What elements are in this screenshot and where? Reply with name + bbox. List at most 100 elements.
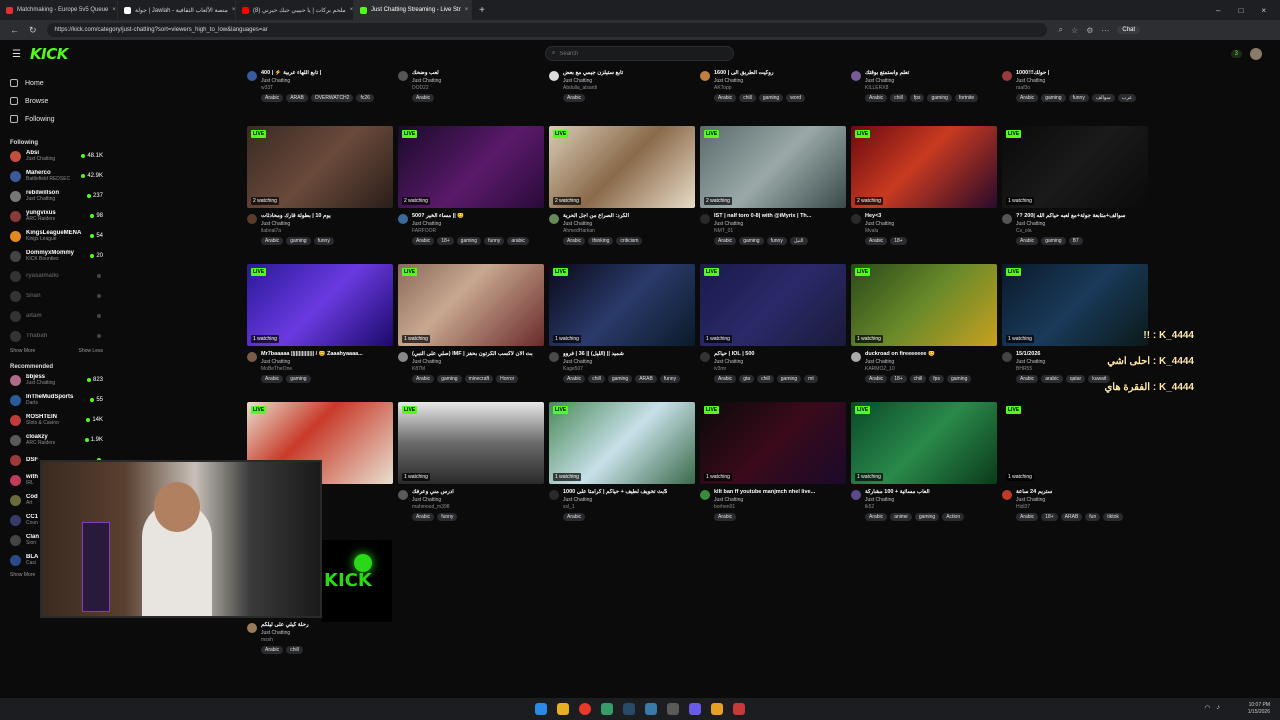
volume-icon[interactable]: ♪ (1217, 704, 1221, 712)
streamer-avatar[interactable] (549, 352, 559, 362)
kick-logo[interactable]: KICK (30, 45, 68, 63)
stream-tag[interactable]: gaming (776, 375, 802, 383)
stream-category[interactable]: Just Chatting (865, 497, 997, 503)
stream-tag[interactable]: Arabic (714, 94, 737, 102)
stream-card-partial[interactable]: 1600 | روكيت الطريق الى Just Chatting AKTo… (700, 70, 846, 102)
stream-card[interactable]: LIVE 1 watching Mr7baaaaa ||||||||||||||| … (247, 264, 393, 383)
stream-card[interactable]: LIVE 1 watching ستريم 24 ساعة Just Chatting… (1002, 402, 1148, 521)
stream-thumbnail[interactable]: LIVE 1 watching (398, 264, 544, 346)
stream-category[interactable]: Just Chatting (1016, 221, 1148, 227)
app-icon-orange[interactable] (711, 703, 723, 715)
stream-tag[interactable]: سوالف (1091, 94, 1115, 102)
stream-category[interactable]: Just Chatting (412, 497, 544, 503)
url-field[interactable]: https://kick.com/category/just-chatting?… (46, 23, 1047, 37)
stream-title[interactable]: رحلة كيلي على ليلكم (261, 622, 393, 628)
stream-tag[interactable]: tiktok (1103, 513, 1123, 521)
stream-title[interactable]: ?? 200| سوالف+متابعة جولة+مع لعبه حياكم … (1016, 213, 1148, 219)
stream-card[interactable]: LIVE 1 watching ?? 200| سوالف+متابعة جولة+… (1002, 126, 1148, 245)
app-icon-blue[interactable] (645, 703, 657, 715)
stream-thumbnail[interactable]: LIVE 1 watching (398, 402, 544, 484)
stream-tag[interactable]: gaming (437, 375, 462, 383)
app-icon-shield[interactable] (733, 703, 745, 715)
stream-title[interactable]: لعب وضحك (412, 70, 544, 76)
stream-tag[interactable]: Action (942, 513, 965, 521)
tab-close-icon[interactable]: × (350, 7, 353, 13)
sidebar-channel[interactable]: ROSHTEIN Slots & Casino 14K (0, 410, 113, 430)
stream-tag[interactable]: anime (890, 513, 912, 521)
stream-card[interactable]: LIVE 1 watching ادرس مني وعرفك Just Chattin… (398, 402, 544, 521)
sidebar-channel[interactable]: cloakzy ARC Raiders 1.9K (0, 430, 113, 450)
stream-title[interactable]: 1600 | روكيت الطريق الى (714, 70, 846, 76)
stream-tag[interactable]: fps (909, 94, 925, 102)
stream-tag[interactable]: fun (1085, 513, 1101, 521)
stream-category[interactable]: Just Chatting (412, 359, 544, 365)
stream-tag[interactable]: Arabic (714, 375, 737, 383)
stream-channel[interactable]: mssh (261, 637, 393, 643)
streamer-avatar[interactable] (247, 214, 257, 224)
stream-channel[interactable]: KILLERX8 (865, 85, 997, 91)
stream-tag[interactable]: Arabic (563, 375, 586, 383)
stream-title[interactable]: الكرد: الصراع من أجل الحرية (563, 213, 695, 219)
stream-card[interactable]: LIVE 1 watching duckroad on fireeeeeee 😊 Ju… (851, 264, 997, 383)
browser-tab[interactable]: Just Chatting Streaming - Live Str × (354, 0, 472, 20)
stream-thumbnail[interactable]: LIVE 1 watching (700, 264, 846, 346)
stream-channel[interactable]: NMT_01 (714, 228, 846, 234)
show-more-button[interactable]: Show More (10, 348, 35, 354)
app-icon-red[interactable] (579, 703, 591, 715)
streamer-avatar[interactable] (247, 352, 257, 362)
stream-tag[interactable]: Arabic (412, 237, 435, 245)
stream-channel[interactable]: ssl_1 (563, 504, 695, 510)
stream-title[interactable]: تعلم واستمتع بوقتك (865, 70, 997, 76)
sidebar-channel[interactable]: Absi Just Chatting 48.1K (0, 146, 113, 166)
stream-tag[interactable]: Arabic (714, 237, 737, 245)
notifications-badge[interactable]: 3 (1230, 50, 1242, 58)
browser-chat-button[interactable]: Chat (1117, 26, 1141, 34)
stream-thumbnail[interactable]: LIVE 2 watching (247, 126, 393, 208)
streamer-avatar[interactable] (851, 490, 861, 500)
stream-thumbnail[interactable]: LIVE 2 watching (700, 126, 846, 208)
stream-tag[interactable]: chill (757, 375, 774, 383)
stream-thumbnail[interactable]: LIVE 2 watching (398, 126, 544, 208)
tab-close-icon[interactable]: × (465, 7, 469, 13)
streamer-avatar[interactable] (398, 352, 408, 362)
stream-title[interactable]: بث تخويف لطيف + حياكم | كرامتا على 1000$ (563, 489, 695, 495)
stream-category[interactable]: Just Chatting (1016, 497, 1148, 503)
stream-tag[interactable]: gaming (946, 375, 972, 383)
sidebar-channel[interactable]: yungvixus ARC Raiders 98 (0, 206, 113, 226)
stream-channel[interactable]: iv3mr (714, 366, 846, 372)
stream-channel[interactable]: FARFOOR (412, 228, 544, 234)
streamer-avatar[interactable] (398, 214, 408, 224)
minimize-icon[interactable]: – (1216, 6, 1220, 15)
stream-tag[interactable]: funny (1068, 94, 1089, 102)
stream-tag[interactable]: Arabic (412, 94, 435, 102)
stream-channel[interactable]: raaf3o (1016, 85, 1148, 91)
streamer-avatar[interactable] (1002, 490, 1012, 500)
stream-tag[interactable]: gta (739, 375, 755, 383)
discord-icon[interactable] (689, 703, 701, 715)
stream-title[interactable]: تابع ستيلزن جيمي مع بعض (563, 70, 695, 76)
stream-channel[interactable]: Cs_ola (1016, 228, 1148, 234)
stream-tag[interactable]: mt (804, 375, 818, 383)
stream-tag[interactable]: gaming (286, 375, 311, 383)
stream-tag[interactable]: 18+ (437, 237, 454, 245)
start-icon[interactable] (535, 703, 547, 715)
stream-channel[interactable]: KARMOZ_10 (865, 366, 997, 372)
stream-thumbnail[interactable]: LIVE 1 watching (247, 264, 393, 346)
tab-close-icon[interactable]: × (112, 7, 116, 13)
stream-channel[interactable]: K87M (412, 366, 544, 372)
stream-channel[interactable]: Hidi37 (1016, 504, 1148, 510)
stream-card[interactable]: LIVE 2 watching يوم 10 | بطولة قارك ومحادث… (247, 126, 393, 245)
stream-category[interactable]: Just Chatting (412, 78, 544, 84)
stream-tag[interactable]: B7 (1068, 237, 1083, 245)
stream-thumbnail[interactable]: LIVE 1 watching (1002, 402, 1148, 484)
stream-tag[interactable]: chill (286, 646, 303, 654)
streamer-avatar[interactable] (851, 352, 861, 362)
stream-tag[interactable]: Arabic (1016, 94, 1039, 102)
stream-thumbnail[interactable]: LIVE 1 watching (549, 264, 695, 346)
stream-category[interactable]: Just Chatting (865, 221, 997, 227)
stream-tag[interactable]: Arabic (412, 513, 435, 521)
stream-tag[interactable]: funny (659, 375, 681, 383)
stream-category[interactable]: Just Chatting (714, 78, 846, 84)
sidebar-channel[interactable]: rebilwillson Just Chatting 237 (0, 186, 113, 206)
sidebar-channel[interactable]: bbjess Just Chatting 823 (0, 370, 113, 390)
